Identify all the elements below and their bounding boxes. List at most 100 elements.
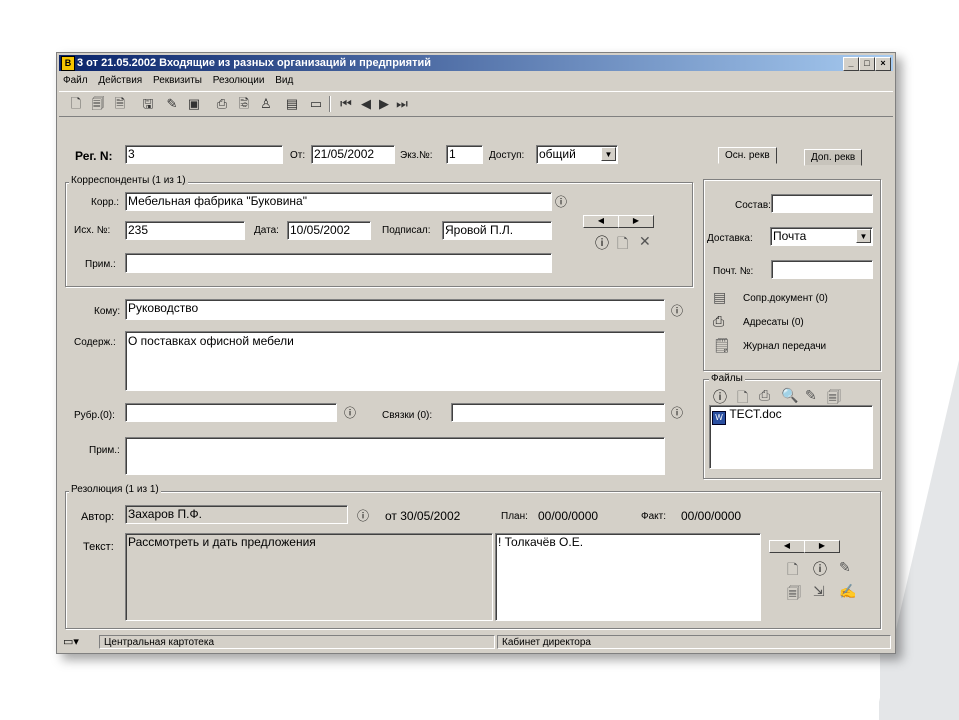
addressees-link[interactable]: Адресаты (0) (743, 317, 804, 328)
files-group-title: Файлы (709, 373, 745, 384)
add-correspondent-icon[interactable]: 🗋 (617, 233, 628, 257)
menu-file[interactable]: Файл (63, 75, 88, 86)
chevron-down-icon[interactable]: ▼ (856, 229, 871, 243)
menu-actions[interactable]: Действия (98, 75, 142, 86)
composition-field[interactable] (771, 194, 873, 213)
new-linked-icon[interactable]: 🗎 (111, 95, 129, 113)
app-window: В 3 от 21.05.2002 Входящие из разных орг… (56, 52, 896, 654)
remove-correspondent-icon[interactable]: ✕ (639, 233, 651, 250)
plan-date: 00/00/0000 (538, 509, 599, 523)
rubric-field[interactable] (125, 403, 337, 422)
correspondent-field[interactable]: Мебельная фабрика "Буковина" (125, 192, 552, 211)
file-view-icon[interactable]: 🔍 (781, 387, 798, 404)
transfer-log-link[interactable]: Журнал передачи (743, 341, 826, 352)
minimize-button[interactable]: _ (843, 57, 859, 71)
list-item[interactable]: W ТЕСТ.doc (712, 406, 872, 425)
toolbar-separator (329, 96, 331, 112)
menu-requisites[interactable]: Реквизиты (153, 75, 202, 86)
info-icon[interactable]: ⓘ (356, 507, 370, 524)
resolution-send-icon[interactable]: ⇲ (813, 583, 825, 600)
cabinet-select-icon[interactable]: ▭▾ (63, 635, 79, 648)
preview-icon[interactable]: 🗟 (235, 95, 253, 113)
resolution-author-field[interactable]: Захаров П.Ф. (125, 505, 348, 524)
from-date-label: От: (290, 150, 306, 161)
sub-resolution-icon[interactable]: 🗐 (787, 583, 801, 607)
prev-correspondent-button[interactable]: ◀ (583, 215, 619, 228)
addressees-icon[interactable]: ⎙ (713, 313, 724, 330)
tab-main-requisites[interactable]: Осн. рекв (718, 147, 777, 164)
main-note-field[interactable] (125, 437, 665, 475)
info-icon[interactable]: ⓘ (670, 404, 684, 421)
from-date-field[interactable]: 21/05/2002 (311, 145, 395, 164)
resolution-sign-icon[interactable]: ✍ (839, 583, 856, 600)
outgoing-number-field[interactable]: 235 (125, 221, 245, 240)
new-copy-icon[interactable]: 🗐 (89, 95, 107, 113)
user-icon[interactable]: ♙ (257, 95, 275, 113)
next-resolution-button[interactable]: ▶ (804, 540, 840, 553)
accompanying-doc-link[interactable]: Сопр.документ (0) (743, 293, 828, 304)
status-pane-filing: Центральная картотека (99, 635, 495, 649)
tab-extra-requisites[interactable]: Доп. рекв (804, 149, 863, 166)
main-note-label: Прим.: (89, 445, 120, 456)
info-icon[interactable]: ⓘ (554, 193, 568, 210)
first-record-icon[interactable]: ⏮ (337, 95, 355, 113)
transfer-log-icon[interactable]: 🗒 (713, 337, 731, 354)
window-title: 3 от 21.05.2002 Входящие из разных орган… (77, 57, 432, 69)
card-info-icon[interactable]: ⓘ (595, 233, 609, 253)
signed-by-field[interactable]: Яровой П.Л. (442, 221, 552, 240)
links-field[interactable] (451, 403, 665, 422)
edit-resolution-icon[interactable]: ✎ (839, 559, 851, 576)
menu-resolutions[interactable]: Резолюции (213, 75, 265, 86)
chevron-down-icon[interactable]: ▼ (601, 147, 616, 161)
outgoing-date-field[interactable]: 10/05/2002 (287, 221, 371, 240)
resolution-info-icon[interactable]: ⓘ (813, 559, 827, 579)
postal-number-field[interactable] (771, 260, 873, 279)
content-field[interactable]: О поставках офисной мебели (125, 331, 665, 391)
delete-icon[interactable]: ▣ (185, 95, 203, 113)
new-doc-icon[interactable]: 🗋 (67, 95, 85, 113)
correspondents-group-title: Корреспонденты (1 из 1) (69, 175, 188, 186)
copy-number-field[interactable]: 1 (446, 145, 483, 164)
file-scan-icon[interactable]: ⎙ (759, 387, 770, 404)
correspondent-label: Корр.: (91, 197, 120, 208)
next-record-icon[interactable]: ▶ (375, 95, 393, 113)
save-icon[interactable]: 🖫 (139, 95, 157, 113)
document-icon[interactable]: ▤ (713, 289, 726, 306)
next-correspondent-button[interactable]: ▶ (618, 215, 654, 228)
resolution-text-field[interactable]: Рассмотреть и дать предложения (125, 533, 493, 621)
file-edit-icon[interactable]: ✎ (805, 387, 817, 404)
reg-number-label: Рег. N: (75, 149, 113, 163)
file-name: ТЕСТ.doc (729, 407, 782, 421)
maximize-button[interactable]: □ (859, 57, 875, 71)
correspondent-nav: ◀ ▶ (583, 214, 654, 228)
last-record-icon[interactable]: ⏭ (393, 95, 411, 113)
resolution-author-label: Автор: (81, 511, 115, 523)
menu-view[interactable]: Вид (275, 75, 293, 86)
correspondent-note-field[interactable] (125, 253, 552, 273)
prev-record-icon[interactable]: ◀ (357, 95, 375, 113)
delivery-value: Почта (773, 229, 807, 243)
delivery-label: Доставка: (707, 233, 753, 244)
prev-resolution-button[interactable]: ◀ (769, 540, 805, 553)
resolution-date: от 30/05/2002 (385, 509, 461, 523)
executors-field[interactable]: ! Толкачёв О.Е. (495, 533, 761, 621)
print-icon[interactable]: ⎙ (213, 95, 231, 113)
edit-icon[interactable]: ✎ (163, 95, 181, 113)
files-list[interactable]: W ТЕСТ.doc (709, 405, 873, 469)
title-bar: В 3 от 21.05.2002 Входящие из разных орг… (59, 55, 893, 71)
plan-label: План: (501, 511, 528, 522)
reg-number-field[interactable]: 3 (125, 145, 283, 164)
card-icon[interactable]: ▭ (307, 95, 325, 113)
status-bar: ▭▾ Центральная картотека Кабинет директо… (59, 633, 893, 651)
close-button[interactable]: × (875, 57, 891, 71)
delivery-select[interactable]: Почта ▼ (770, 227, 873, 246)
access-select[interactable]: общий ▼ (536, 145, 618, 164)
composition-label: Состав: (735, 200, 771, 211)
to-field[interactable]: Руководство (125, 299, 665, 320)
file-info-icon[interactable]: ⓘ (713, 387, 727, 407)
info-icon[interactable]: ⓘ (343, 404, 357, 421)
new-resolution-icon[interactable]: 🗋 (787, 559, 798, 583)
info-icon[interactable]: ⓘ (670, 302, 684, 319)
register-icon[interactable]: ▤ (283, 95, 301, 113)
postal-number-label: Почт. №: (713, 266, 754, 277)
